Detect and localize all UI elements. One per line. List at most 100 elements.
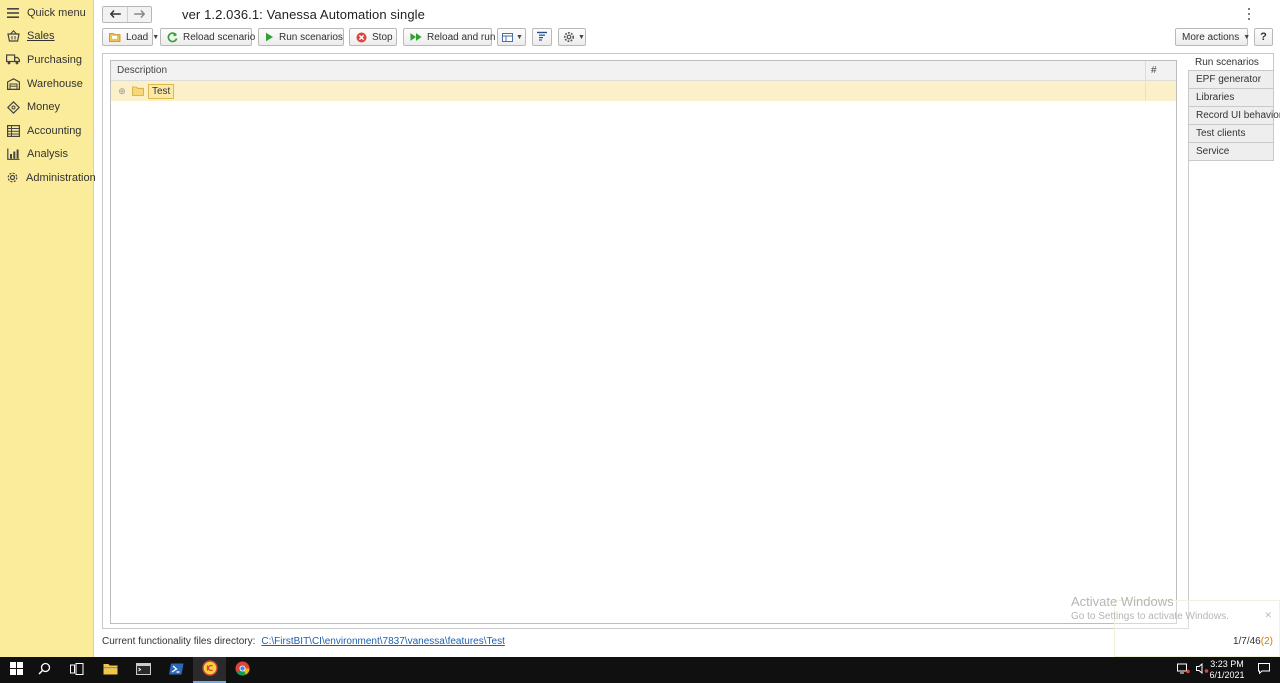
chevron-down-icon: ▼: [578, 33, 585, 41]
tab-run-scenarios[interactable]: Run scenarios: [1188, 53, 1274, 71]
form-header: ver 1.2.036.1: Vanessa Automation single: [102, 5, 425, 24]
tab-record-ui-behavior[interactable]: Record UI behavior: [1188, 107, 1280, 125]
gear-icon: [6, 171, 19, 185]
search-button[interactable]: [28, 657, 61, 683]
directory-status: Current functionality files directory: C…: [102, 636, 505, 647]
sidebar-item-label: Warehouse: [27, 77, 83, 90]
sidebar-item-label: Money: [27, 101, 61, 114]
side-tabs: Run scenarios EPF generator Libraries Re…: [1188, 53, 1280, 161]
command-bar: Load ▼ Reload scenario Run scenarios Sto…: [102, 28, 1273, 47]
sidebar-item-label: Purchasing: [27, 53, 83, 66]
reload-scenario-button[interactable]: Reload scenario: [160, 28, 255, 46]
column-description[interactable]: Description: [111, 65, 167, 76]
warehouse-icon: [6, 77, 20, 91]
watermark-subtitle: Go to Settings to activate Windows.: [1071, 611, 1229, 622]
reload-and-run-button[interactable]: Reload and run: [403, 28, 495, 46]
view-mode-button[interactable]: ▼: [497, 28, 526, 46]
refresh-icon: [167, 31, 178, 43]
windows-taskbar: 3:23 PM 6/1/2021: [0, 657, 1280, 683]
fast-forward-icon: [410, 31, 422, 43]
sidebar-item-sales[interactable]: Sales: [0, 25, 93, 49]
more-actions-button[interactable]: More actions ▼: [1175, 28, 1251, 46]
chevron-down-icon: ▼: [516, 33, 523, 41]
tab-service[interactable]: Service: [1188, 143, 1274, 161]
main-form: ver 1.2.036.1: Vanessa Automation single…: [95, 0, 1280, 657]
sidebar-item-warehouse[interactable]: Warehouse: [0, 72, 93, 96]
chevron-down-icon: ▼: [152, 33, 160, 41]
windows-logo-icon: [10, 662, 23, 678]
close-icon[interactable]: ✕: [1264, 610, 1272, 621]
sidebar-item-label: Quick menu: [27, 6, 86, 19]
powershell-button[interactable]: [160, 657, 193, 683]
network-icon[interactable]: [1177, 663, 1190, 677]
sidebar-item-purchasing[interactable]: Purchasing: [0, 48, 93, 72]
page-title: ver 1.2.036.1: Vanessa Automation single: [182, 7, 425, 22]
sidebar-item-analysis[interactable]: Analysis: [0, 143, 93, 167]
table-header: Description #: [111, 61, 1176, 81]
folder-icon: [132, 86, 144, 96]
more-options-icon[interactable]: [1246, 8, 1252, 20]
sidebar-item-quick-menu[interactable]: Quick menu: [0, 1, 93, 25]
tab-epf-generator[interactable]: EPF generator: [1188, 71, 1274, 89]
system-clock[interactable]: 3:23 PM 6/1/2021: [1202, 659, 1252, 681]
table-view-icon: [502, 31, 513, 43]
sections-panel: Quick menu Sales Purchasing Warehouse Mo…: [0, 0, 96, 657]
sidebar-item-money[interactable]: Money: [0, 95, 93, 119]
arrow-left-icon: [109, 9, 121, 21]
settings-button[interactable]: ▼: [558, 28, 586, 46]
folder-open-icon: [109, 31, 121, 43]
sidebar-item-label: Sales: [27, 30, 55, 43]
arrow-right-icon: [134, 9, 146, 21]
ledger-icon: [6, 124, 20, 138]
forward-button[interactable]: [127, 7, 151, 22]
run-scenarios-button[interactable]: Run scenarios: [258, 28, 344, 46]
row-number-cell: [1145, 81, 1177, 101]
activation-watermark: Activate Windows Go to Settings to activ…: [1071, 594, 1229, 622]
onec-app-button[interactable]: [193, 657, 226, 683]
counter-main: 1/7/46: [1232, 636, 1261, 647]
file-explorer-button[interactable]: [94, 657, 127, 683]
sidebar-item-accounting[interactable]: Accounting: [0, 119, 93, 143]
watermark-title: Activate Windows: [1071, 594, 1174, 609]
table-row[interactable]: ⊕ Test: [111, 81, 1176, 101]
directory-link[interactable]: C:\FirstBIT\CI\environment\7837\vanessa\…: [261, 636, 504, 647]
counter-close: ): [1269, 636, 1273, 647]
tree-structure-button[interactable]: [532, 28, 552, 46]
action-center-button[interactable]: [1250, 657, 1278, 683]
play-icon: [265, 31, 274, 43]
hamburger-icon: [6, 6, 20, 20]
load-button[interactable]: Load ▼: [102, 28, 159, 46]
back-button[interactable]: [103, 7, 127, 22]
chrome-button[interactable]: [226, 657, 259, 683]
chrome-icon: [235, 661, 250, 679]
sidebar-item-label: Analysis: [27, 148, 68, 161]
tab-libraries[interactable]: Libraries: [1188, 89, 1274, 107]
clock-time: 3:23 PM: [1210, 659, 1244, 669]
notifications-icon: [1258, 663, 1270, 677]
truck-icon: [6, 53, 20, 67]
money-icon: [6, 100, 20, 114]
powershell-icon: [169, 663, 184, 678]
chart-icon: [6, 147, 20, 161]
navigation-buttons: [102, 6, 152, 23]
gear-icon: [563, 31, 575, 43]
scenarios-panel: Description # ⊕ Test: [102, 53, 1189, 629]
tree-list-icon: [536, 31, 548, 44]
scenario-tree[interactable]: Description # ⊕ Test: [110, 60, 1177, 624]
expand-plus-icon[interactable]: ⊕: [118, 86, 126, 96]
search-icon: [38, 662, 51, 678]
directory-label: Current functionality files directory:: [102, 636, 256, 647]
help-button[interactable]: ?: [1254, 28, 1273, 46]
terminal-button[interactable]: [127, 657, 160, 683]
sidebar-item-label: Accounting: [27, 124, 82, 137]
scenario-counter: 1/7/46(2): [1233, 636, 1273, 647]
chevron-down-icon: ▼: [1243, 33, 1251, 41]
folder-icon: [103, 663, 118, 678]
tab-test-clients[interactable]: Test clients: [1188, 125, 1274, 143]
stop-button[interactable]: Stop: [349, 28, 397, 46]
column-number[interactable]: #: [1145, 61, 1177, 80]
sidebar-item-administration[interactable]: Administration: [0, 166, 96, 190]
sidebar-item-label: Administration: [26, 171, 96, 184]
onec-logo-icon: [201, 659, 218, 679]
task-view-button[interactable]: [60, 657, 93, 683]
